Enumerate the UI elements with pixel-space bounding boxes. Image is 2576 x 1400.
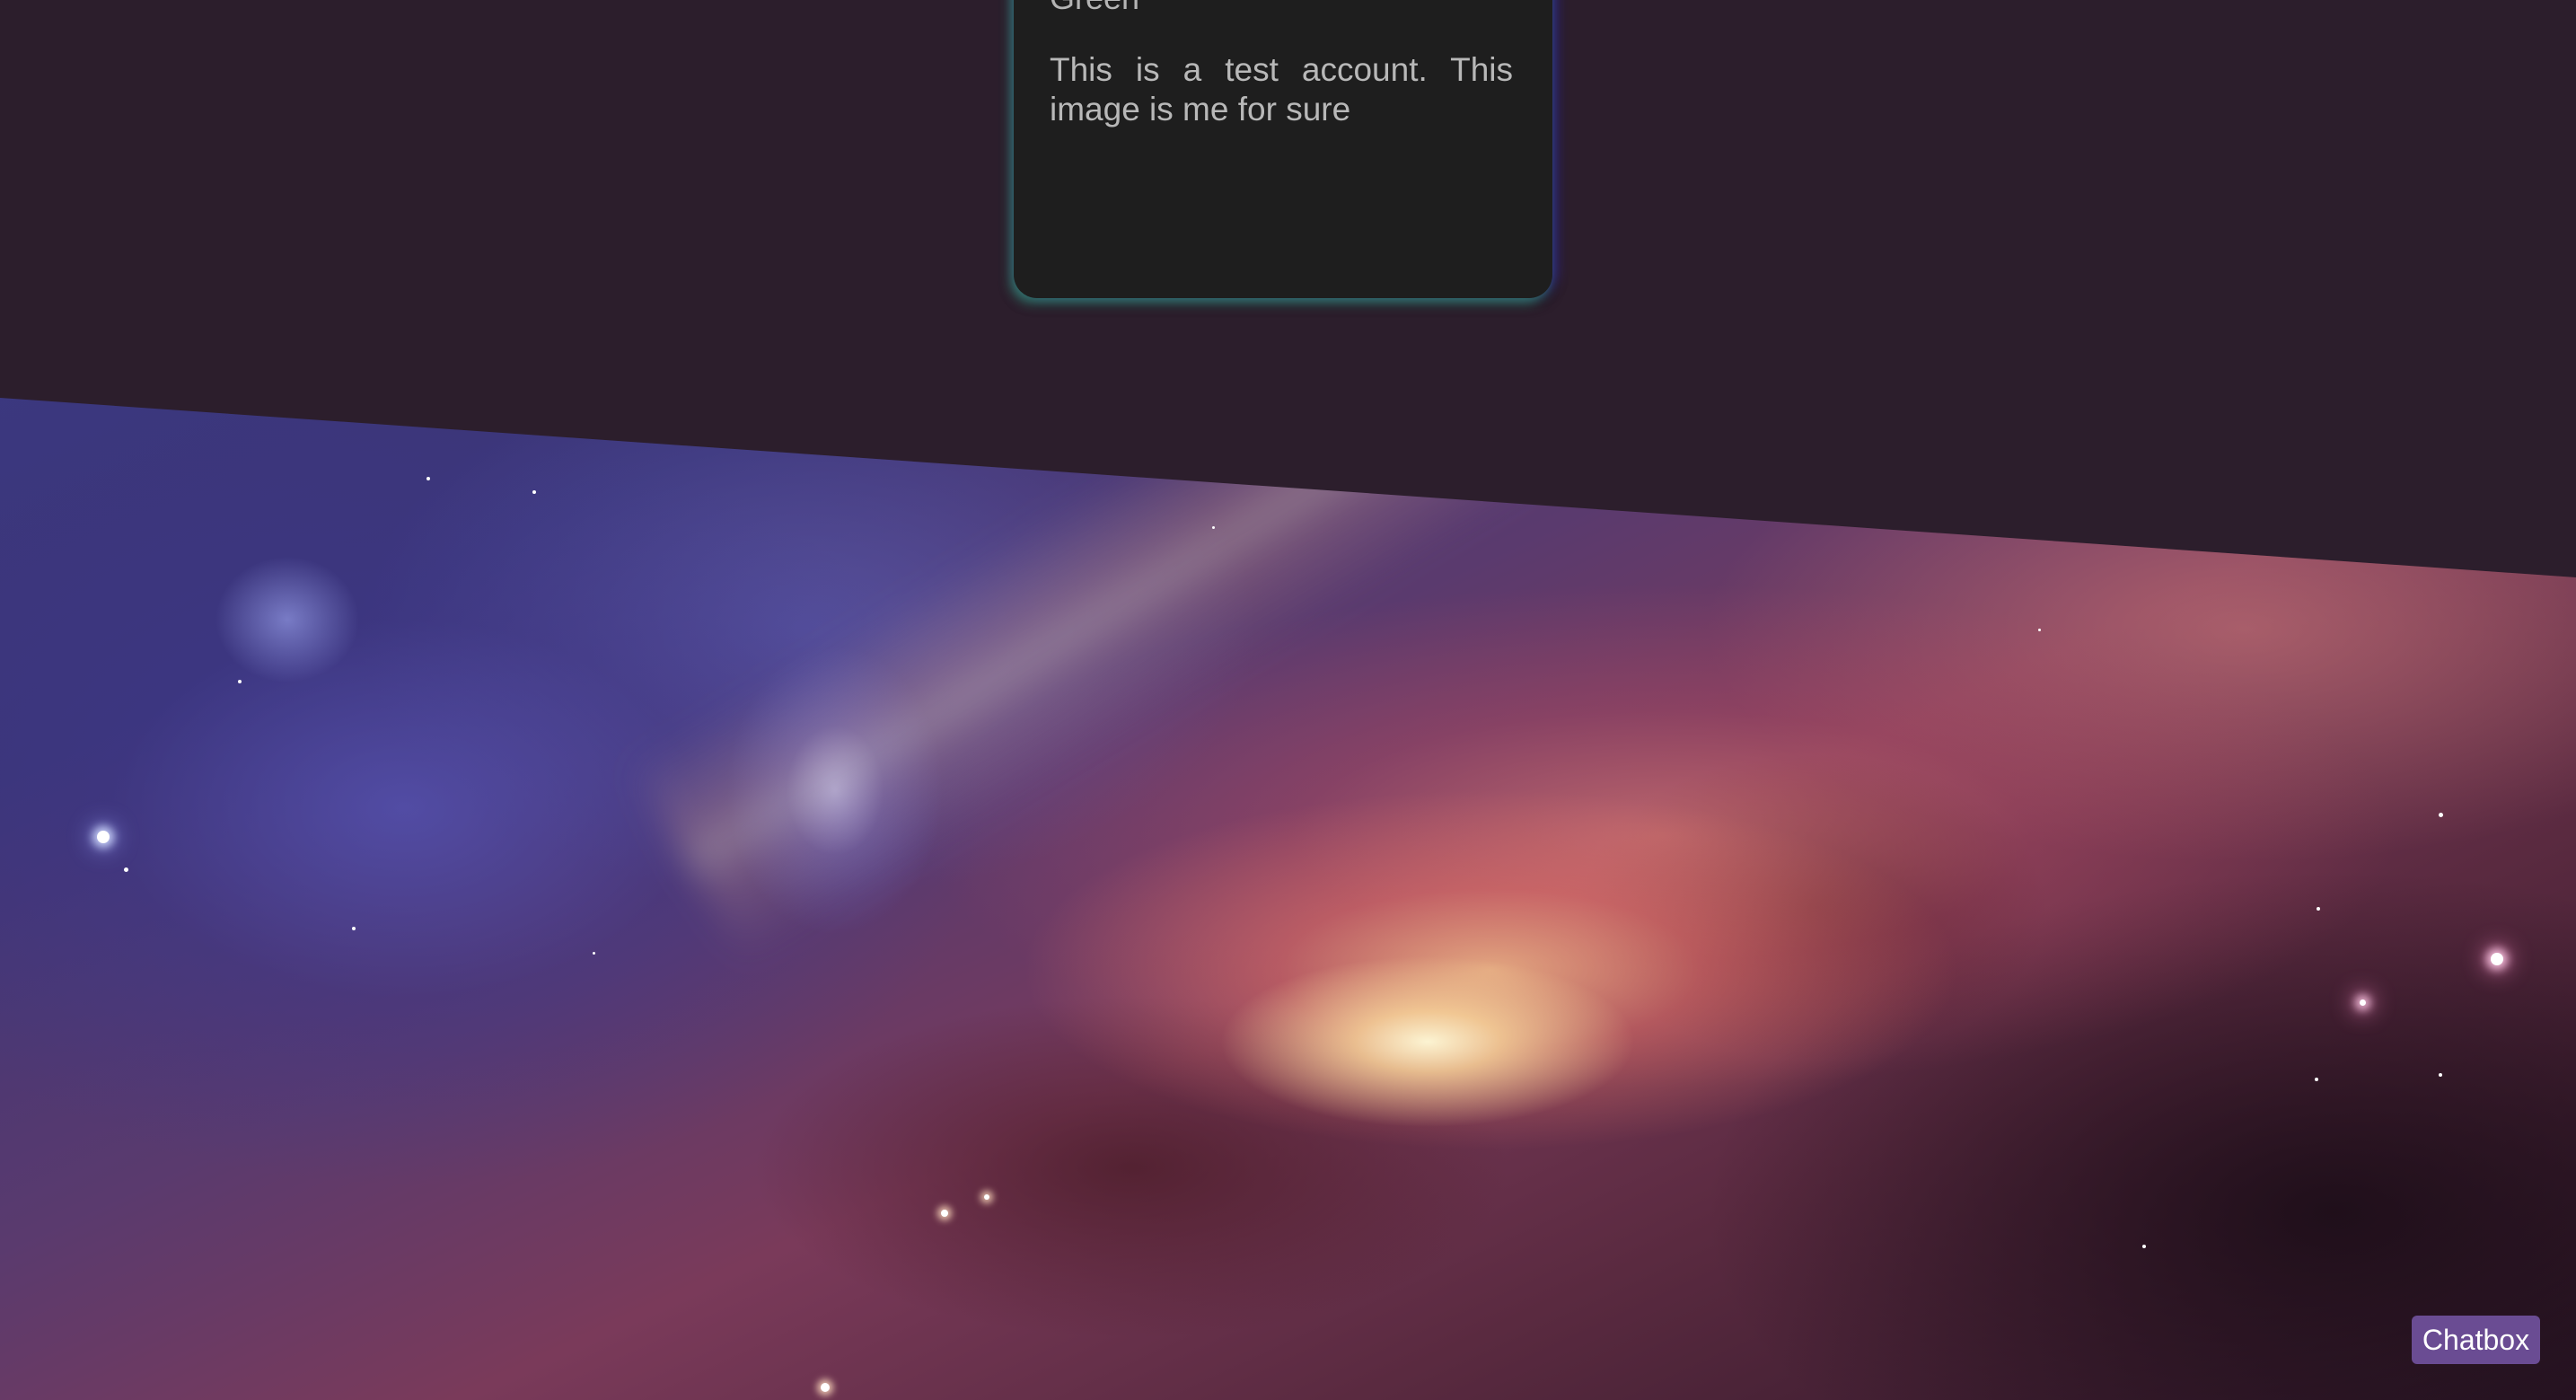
star — [426, 477, 430, 480]
star — [2317, 907, 2320, 911]
star — [941, 1210, 948, 1217]
profile-card: Green This is a test account. This image… — [1014, 0, 1552, 298]
star — [2315, 1078, 2318, 1081]
star — [352, 927, 356, 930]
star — [2038, 629, 2041, 631]
page: Green This is a test account. This image… — [0, 0, 2576, 1400]
star — [2360, 999, 2366, 1006]
star — [2491, 953, 2503, 965]
star — [238, 680, 242, 683]
profile-name: Green — [1050, 0, 1139, 18]
star — [2142, 1245, 2146, 1248]
star — [124, 867, 128, 872]
chatbox-button[interactable]: Chatbox — [2412, 1316, 2540, 1364]
star — [2439, 813, 2443, 817]
star — [97, 831, 110, 843]
star — [821, 1383, 830, 1392]
galaxy-light-band — [629, 398, 2576, 964]
star — [593, 952, 595, 955]
star — [1212, 526, 1215, 529]
star — [532, 490, 536, 494]
star — [984, 1194, 989, 1200]
star — [2439, 1073, 2442, 1077]
profile-bio: This is a test account. This image is me… — [1050, 51, 1513, 128]
